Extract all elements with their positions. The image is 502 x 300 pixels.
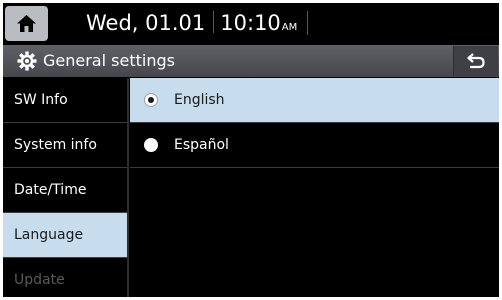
sidebar-item-language[interactable]: Language (3, 213, 127, 257)
back-arrow-icon (467, 53, 485, 69)
language-label-english: English (174, 92, 225, 108)
status-divider (307, 11, 308, 35)
date-text: Wed, 01.01 (86, 11, 206, 35)
home-icon (17, 15, 36, 32)
gear-icon (17, 51, 37, 71)
radio-selected-icon[interactable] (144, 93, 158, 107)
sidebar-item-update: Update (3, 258, 127, 297)
list-divider (130, 167, 499, 168)
home-button[interactable] (5, 6, 48, 41)
status-bar: Wed, 01.01 10:10AM (3, 3, 499, 43)
language-label-espanol: Español (174, 137, 229, 153)
sidebar-item-system-info[interactable]: System info (3, 123, 127, 167)
sidebar-item-sw-info[interactable]: SW Info (3, 78, 127, 122)
settings-screen: Wed, 01.01 10:10AM General settings SW I… (3, 3, 499, 297)
title-bar: General settings (3, 45, 499, 77)
sidebar: SW Info System info Date/Time Language U… (3, 78, 127, 297)
page-title: General settings (43, 51, 175, 70)
time-text: 10:10 (220, 11, 281, 35)
ampm-text: AM (281, 22, 298, 33)
language-option-english[interactable]: English (130, 78, 499, 122)
sidebar-separator (127, 78, 129, 297)
clock: Wed, 01.01 10:10AM (86, 9, 297, 42)
radio-unselected-icon[interactable] (144, 138, 158, 152)
clock-separator (213, 11, 215, 33)
sidebar-item-date-time[interactable]: Date/Time (3, 168, 127, 212)
language-option-espanol[interactable]: Español (130, 123, 499, 167)
back-button[interactable] (453, 46, 498, 76)
